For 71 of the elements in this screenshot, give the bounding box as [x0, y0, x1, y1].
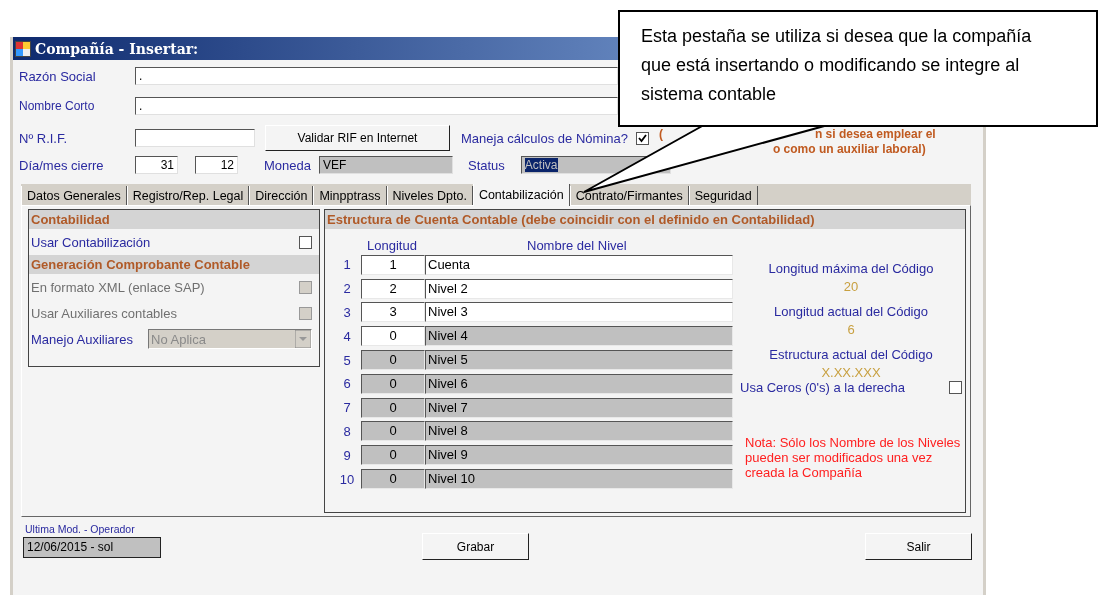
checkbox-label: Usa Ceros (0's) a la derecha: [740, 380, 906, 395]
checkbox[interactable]: [635, 131, 649, 145]
level-name-field[interactable]: Nivel 2: [425, 278, 733, 299]
level-name-field[interactable]: Nivel 3: [425, 302, 733, 323]
save-button[interactable]: Grabar: [422, 533, 529, 560]
month-field[interactable]: 12: [195, 156, 238, 174]
row-number: 8: [342, 423, 352, 439]
window-title: Compañía - Insertar:: [35, 40, 199, 57]
tab[interactable]: Registro/Rep. Legal: [126, 186, 250, 205]
field-label: Status: [468, 157, 505, 173]
tab[interactable]: Minpptrass: [313, 186, 387, 205]
tab[interactable]: Contabilización: [472, 184, 570, 206]
callout-text: Esta pestaña se utiliza si desea que la compañía que está insertando o modificando se integre al sistema contable: [641, 25, 1033, 106]
row-number: 3: [342, 305, 352, 320]
section-header: Contabilidad: [29, 210, 319, 229]
currency-field: VEF: [319, 156, 453, 174]
column-header: Longitud: [367, 238, 418, 253]
row-number: 2: [342, 281, 352, 297]
field-label: Nombre Corto: [19, 99, 96, 113]
note-text: o como un auxiliar laboral): [772, 142, 926, 156]
checkbox-label: En formato XML (enlace SAP): [31, 279, 205, 295]
row-number: 1: [342, 257, 352, 273]
tab[interactable]: Datos Generales: [21, 186, 127, 205]
info-value: X.XX.XXX: [821, 365, 881, 380]
validate-button[interactable]: Validar RIF en Internet: [265, 125, 450, 151]
tab[interactable]: Seguridad: [688, 186, 758, 205]
tab[interactable]: Contrato/Firmantes: [569, 186, 689, 205]
exit-button[interactable]: Salir: [865, 533, 972, 560]
dropdown-label: Manejo Auxiliares: [31, 331, 133, 347]
row-number: 4: [342, 328, 352, 344]
checkbox-label: Usar Auxiliares contables: [31, 305, 177, 321]
section-header: Estructura de Cuenta Contable (debe coincidir con el definido en Contabilidad): [325, 210, 965, 229]
last-modified-field: 12/06/2015 - sol: [23, 537, 161, 558]
row-number: 9: [342, 447, 352, 463]
info-label: Longitud máxima del Código: [768, 261, 934, 276]
tab[interactable]: Dirección: [249, 186, 314, 205]
info-value: 20: [843, 279, 859, 294]
checkbox[interactable]: [299, 235, 312, 249]
row-number: 10: [338, 471, 356, 487]
field-label: Día/mes cierre: [19, 157, 105, 173]
app-icon: [15, 40, 31, 57]
note-text: (: [658, 127, 663, 141]
row-number: 6: [342, 376, 352, 392]
field-label: Nº R.I.F.: [19, 130, 69, 146]
length-field[interactable]: 1: [361, 254, 425, 275]
field-label: Maneja cálculos de Nómina?: [461, 130, 628, 146]
input-field[interactable]: .: [135, 97, 618, 115]
field-label: Moneda: [264, 157, 311, 173]
row-number: 5: [342, 352, 352, 368]
note-text: n si desea emplear el: [814, 127, 936, 141]
row-number: 7: [342, 400, 352, 416]
field-label: Razón Social: [19, 68, 97, 84]
section-header: Generación Comprobante Contable: [29, 255, 319, 274]
checkbox-label: Usar Contabilización: [31, 234, 151, 250]
day-field[interactable]: 31: [135, 156, 178, 174]
field-label: Ultima Mod. - Operador: [25, 523, 136, 535]
info-value: 6: [847, 322, 855, 337]
level-name-field[interactable]: Cuenta: [425, 254, 733, 275]
length-field[interactable]: 0: [361, 326, 425, 347]
info-label: Estructura actual del Código: [769, 347, 933, 362]
caret-icon: [295, 330, 311, 348]
input-field[interactable]: .: [135, 67, 618, 85]
column-header: Nombre del Nivel: [527, 238, 627, 253]
tab[interactable]: Niveles Dpto.: [386, 186, 473, 205]
length-field[interactable]: 2: [361, 278, 425, 299]
length-field[interactable]: 3: [361, 302, 425, 323]
input-field[interactable]: [135, 129, 255, 147]
note-text: Nota: Sólo los Nombre de los Niveles pueden ser modificados una vez creada la Compañía: [744, 435, 962, 480]
status-value: Activa: [524, 158, 558, 172]
info-label: Longitud actual del Código: [774, 304, 928, 319]
checkbox[interactable]: [949, 381, 962, 394]
